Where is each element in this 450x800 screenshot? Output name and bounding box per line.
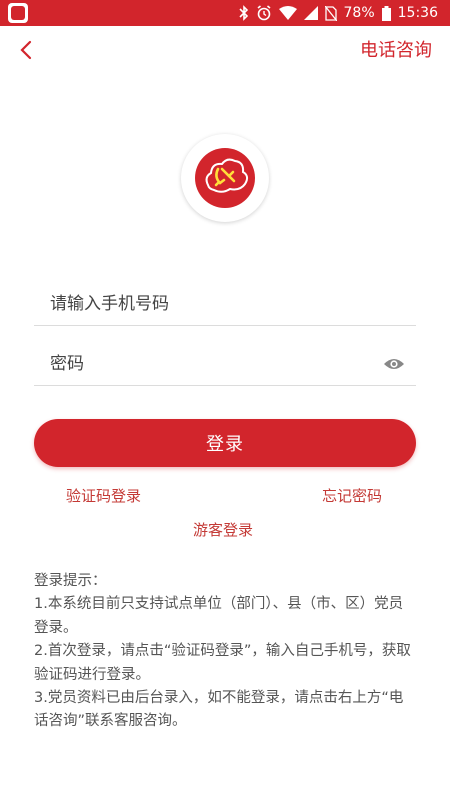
tip-line: 3.党员资料已由后台录入，如不能登录，请点击右上方“电话咨询”联系客服咨询。	[34, 690, 404, 730]
forgot-password-link[interactable]: 忘记密码	[322, 485, 382, 506]
phone-consult-link[interactable]: 电话咨询	[360, 36, 432, 62]
tip-line: 2.首次登录，请点击“验证码登录”，输入自己手机号，获取验证码进行登录。	[34, 643, 411, 683]
eye-icon	[384, 359, 404, 369]
tips-title: 登录提示：	[34, 573, 107, 589]
login-tips: 登录提示： 1.本系统目前只支持试点单位（部门）、县（市、区）党员登录。 2.首…	[34, 570, 416, 734]
no-sim-icon	[324, 5, 337, 21]
toggle-password-visibility[interactable]	[382, 354, 406, 374]
battery-icon	[381, 5, 391, 21]
tip-line: 1.本系统目前只支持试点单位（部门）、县（市、区）党员登录。	[34, 596, 404, 636]
app-notification-icon	[8, 3, 28, 23]
signal-icon	[303, 6, 318, 20]
bluetooth-icon	[238, 5, 249, 21]
phone-field-row	[34, 282, 416, 326]
phone-input[interactable]	[34, 282, 416, 325]
status-icons: 78% 15:36	[238, 0, 438, 26]
login-button[interactable]: 登录	[34, 419, 416, 467]
app-logo	[181, 134, 269, 222]
alarm-icon	[256, 5, 272, 21]
battery-percent: 78%	[343, 5, 375, 21]
guest-login-link[interactable]: 游客登录	[193, 519, 253, 540]
back-button[interactable]	[12, 36, 40, 64]
status-bar: 78% 15:36	[0, 0, 450, 26]
wifi-icon	[278, 6, 297, 20]
top-nav: 电话咨询	[0, 26, 450, 74]
password-input[interactable]	[34, 342, 416, 385]
password-field-row	[34, 342, 416, 386]
code-login-link[interactable]: 验证码登录	[66, 485, 141, 506]
party-emblem-cloud-logo	[195, 148, 255, 208]
chevron-left-icon	[20, 40, 32, 60]
status-time: 15:36	[397, 5, 438, 21]
